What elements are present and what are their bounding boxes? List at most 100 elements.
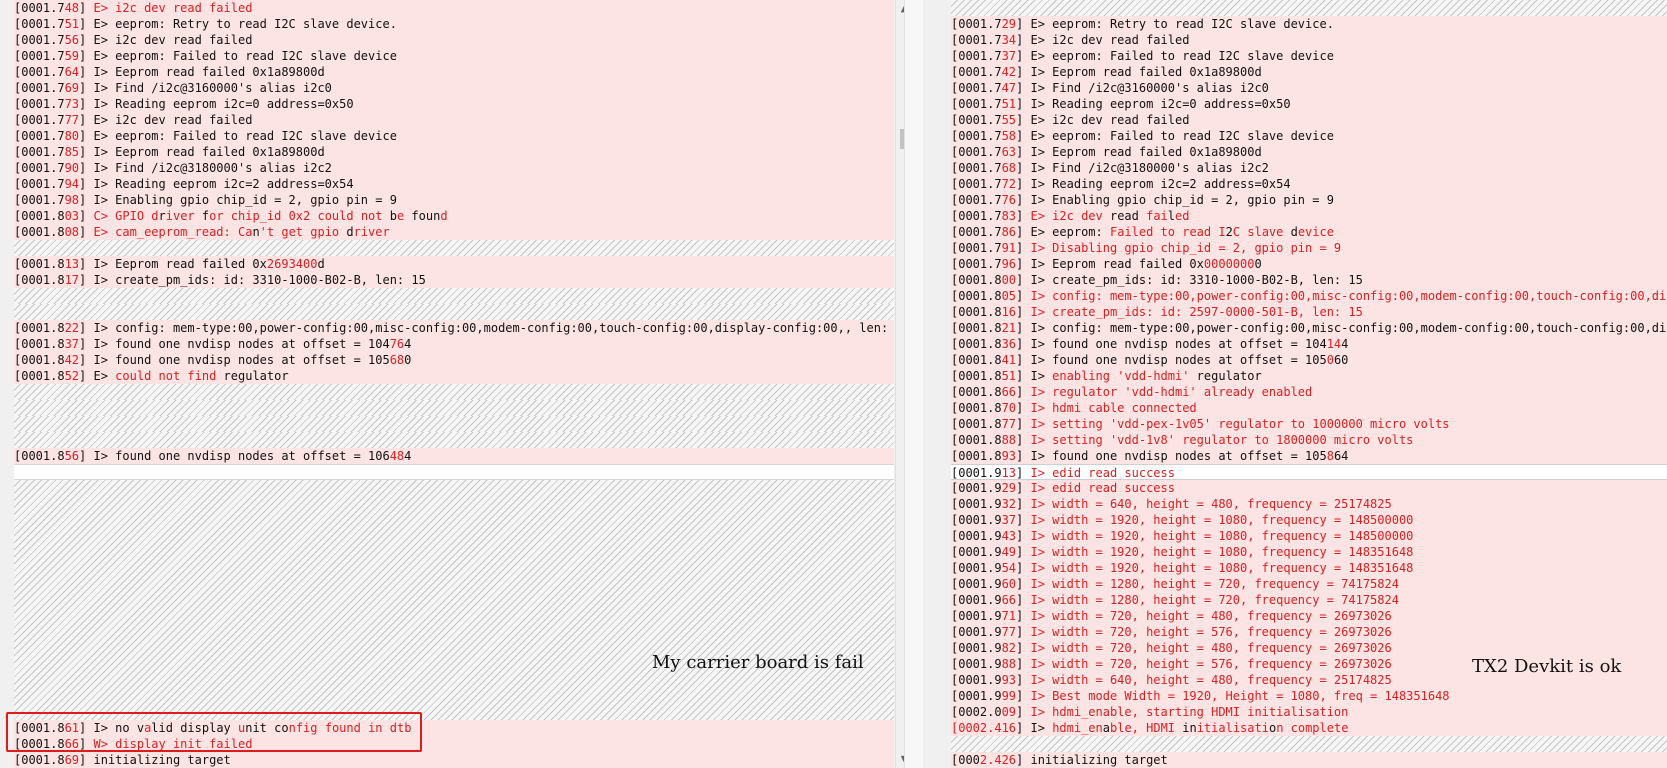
log-timestamp: [0001.821] (951, 321, 1023, 335)
log-text: I> width = 1920, height = 1080, frequenc… (1023, 545, 1414, 559)
log-text: d (346, 225, 354, 239)
log-line: [0001.837] I> found one nvdisp nodes at … (14, 336, 894, 352)
timestamp-prefix: [0001.7 (951, 97, 1002, 111)
log-line: [0001.960] I> width = 1280, height = 720… (951, 576, 1667, 592)
log-line: [0001.798] I> Enabling gpio chip_id = 2,… (14, 192, 894, 208)
log-line: [0001.817] I> create_pm_ids: id: 3310-10… (14, 272, 894, 288)
log-text: I> setting 'vdd-pex-1v05' regulator to 1… (1023, 417, 1450, 431)
log-line: [0001.943] I> width = 1920, height = 108… (951, 528, 1667, 544)
timestamp-diff: 51 (1001, 97, 1017, 111)
log-text: E> eeprom: Failed to read I2C slave devi… (1023, 49, 1334, 63)
log-text: E> cam_eeprom_read: Ca (86, 225, 253, 239)
devkit-note: TX2 Devkit is ok (1472, 656, 1622, 677)
timestamp-diff: 21 (1001, 321, 1017, 335)
log-timestamp: [0001.758] (951, 129, 1023, 143)
log-text: I> Reading eeprom i2c=0 address=0x50 (86, 97, 354, 111)
log-timestamp: [0001.764] (14, 65, 86, 79)
log-text: E> eeprom: Failed to read I2C slave devi… (86, 129, 397, 143)
timestamp-prefix: [0001.9 (951, 689, 1002, 703)
log-text: I> found one nvdisp nodes at offset = 10… (1023, 337, 1327, 351)
timestamp-diff: 416 (994, 721, 1017, 735)
log-timestamp: [0001.993] (951, 673, 1023, 687)
log-text: I> Enabling gpio chip_id = 2, gpio pin =… (1023, 193, 1334, 207)
log-timestamp: [0001.982] (951, 641, 1023, 655)
log-timestamp: [0001.870] (951, 401, 1023, 415)
missing-line-placeholder (14, 240, 894, 256)
timestamp-diff: 66 (1001, 593, 1017, 607)
log-text: or chip_id 0x2 could not (209, 209, 390, 223)
log-text: I> config: mem-type:00,power-config:00,m… (1030, 321, 1667, 335)
log-text: 0 (1254, 257, 1262, 271)
log-line: [0001.786] E> eeprom: Failed to read I2C… (951, 224, 1667, 240)
log-timestamp: [0001.971] (951, 609, 1023, 623)
log-timestamp: [0001.785] (14, 145, 86, 159)
log-line: [0001.751] I> Reading eeprom i2c=0 addre… (951, 96, 1667, 112)
timestamp-diff: 22 (64, 321, 80, 335)
log-text: 14 (1326, 337, 1342, 351)
timestamp-prefix: [0001.8 (951, 289, 1002, 303)
timestamp-diff: 16 (1001, 305, 1017, 319)
timestamp-prefix: [0001.7 (14, 193, 65, 207)
right-log-content: [0001.729] E> eeprom: Retry to read I2C … (951, 0, 1667, 768)
log-text: Failed to read I (1109, 225, 1226, 239)
log-line: [0001.785] I> Eeprom read failed 0x1a898… (14, 144, 894, 160)
timestamp-prefix: [0001.9 (951, 513, 1002, 527)
log-timestamp: [0001.776] (951, 193, 1023, 207)
timestamp-diff: 37 (1001, 49, 1017, 63)
log-text: I> Reading eeprom i2c=2 address=0x54 (86, 177, 354, 191)
log-text: I> Reading eeprom i2c=2 address=0x54 (1023, 177, 1291, 191)
timestamp-prefix: [0002. (951, 721, 995, 735)
log-line: [0001.870] I> hdmi cable connected (951, 400, 1667, 416)
timestamp-diff: 37 (64, 337, 80, 351)
timestamp-diff: 69 (64, 81, 80, 95)
log-line: [0001.866] I> regulator 'vdd-hdmi' alrea… (951, 384, 1667, 400)
log-text: I> Eeprom read failed 0x1a89800d (86, 65, 325, 79)
log-timestamp: [0001.751] (951, 97, 1023, 111)
log-timestamp: [0001.837] (14, 337, 86, 351)
log-timestamp: [0001.780] (14, 129, 86, 143)
log-text: 4 (1341, 337, 1349, 351)
log-line: [0001.913] I> edid read success (951, 464, 1667, 480)
timestamp-prefix: [0001.7 (951, 241, 1002, 255)
timestamp-diff: 48 (64, 1, 80, 15)
log-text: E> eeprom: Failed to read I2C slave devi… (1023, 129, 1334, 143)
right-diff-pane[interactable]: [0001.729] E> eeprom: Retry to read I2C … (923, 0, 1667, 768)
log-line: [0002.426] initializing target (951, 752, 1667, 768)
log-text: I> edid read success (1023, 466, 1175, 480)
log-text: ed (1175, 209, 1190, 223)
timestamp-prefix: [0001.7 (14, 33, 65, 47)
log-line: [0001.982] I> width = 720, height = 480,… (951, 640, 1667, 656)
missing-line-placeholder (14, 288, 894, 304)
log-text: 64 (1333, 449, 1349, 463)
log-line: [0001.893] I> found one nvdisp nodes at … (951, 448, 1667, 464)
log-line: [0001.755] E> i2c dev read failed (951, 112, 1667, 128)
log-text: I> config: mem-type:00,power-config:00,m… (86, 321, 894, 335)
timestamp-diff: 42 (1001, 65, 1017, 79)
log-timestamp: [0001.988] (951, 657, 1023, 671)
log-timestamp: [0001.943] (951, 529, 1023, 543)
timestamp-prefix: [0001.8 (14, 449, 65, 463)
log-timestamp: [0001.803] (14, 209, 86, 223)
log-text: I> Eeprom read failed 0x1a89800d (1023, 145, 1262, 159)
timestamp-diff: 73 (64, 97, 80, 111)
timestamp-diff: 85 (64, 145, 80, 159)
timestamp-diff: 80 (64, 129, 80, 143)
log-line: [0001.796] I> Eeprom read failed 0x00000… (951, 256, 1667, 272)
timestamp-prefix: [0001.8 (14, 257, 65, 271)
log-text: d (317, 257, 325, 271)
log-text: foun (411, 209, 441, 223)
log-text: I> hdmi_enable, starting HDMI initialisa… (1023, 705, 1349, 719)
log-text: I> Eeprom read failed 0x1a89800d (1023, 65, 1262, 79)
log-text: I> found one nvdisp nodes at offset = 10… (1023, 353, 1327, 367)
timestamp-prefix: [0001.9 (951, 673, 1002, 687)
log-text: I> width = 1280, height = 720, frequency… (1023, 577, 1399, 591)
timestamp-diff: 99 (1001, 689, 1017, 703)
log-text: I> create_pm_ids: id: 3310-1000-B02-B, l… (86, 273, 426, 287)
timestamp-prefix: [0001.9 (951, 577, 1002, 591)
timestamp-prefix: [0001.7 (14, 161, 65, 175)
log-timestamp: [0001.977] (951, 625, 1023, 639)
log-line: [0001.758] E> eeprom: Failed to read I2C… (951, 128, 1667, 144)
log-timestamp: [0001.755] (951, 113, 1023, 127)
timestamp-prefix: [0001.7 (951, 177, 1002, 191)
log-text: I> create_pm_ids: id: 2597-0000-501-B, l… (1023, 305, 1363, 319)
